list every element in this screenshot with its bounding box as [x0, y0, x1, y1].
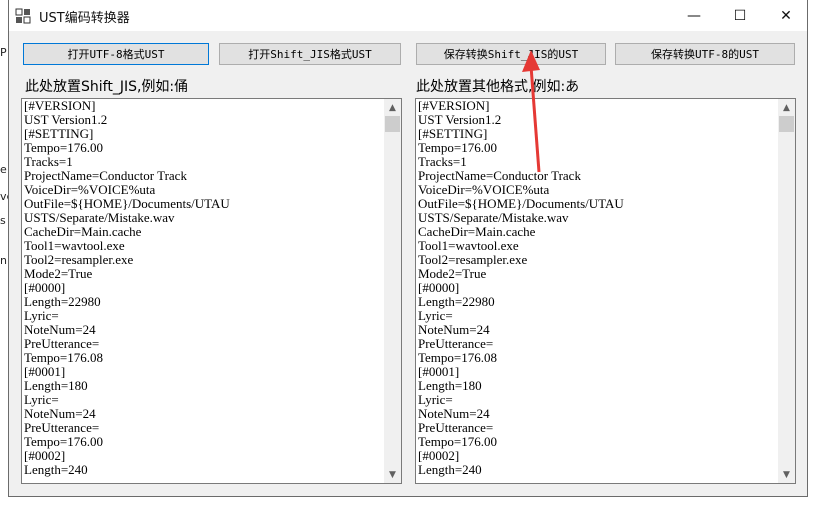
app-icon [15, 8, 31, 24]
other-format-text-content: [#VERSION] UST Version1.2 [#SETTING] Tem… [418, 98, 624, 477]
save-sjis-button[interactable]: 保存转换Shift_JIS的UST [416, 43, 606, 65]
close-button[interactable]: ✕ [763, 0, 809, 31]
scroll-down-icon[interactable]: ▼ [384, 466, 401, 483]
background-char: P [0, 46, 7, 59]
left-scrollbar[interactable]: ▲ ▼ [384, 99, 401, 483]
maximize-icon: ☐ [733, 7, 747, 24]
background-char: n [0, 254, 7, 267]
sjis-text-content: [#VERSION] UST Version1.2 [#SETTING] Tem… [24, 98, 230, 477]
right-scroll-thumb[interactable] [779, 116, 794, 132]
sjis-textarea[interactable]: [#VERSION] UST Version1.2 [#SETTING] Tem… [21, 98, 402, 484]
window-title: UST编码转换器 [39, 11, 130, 26]
background-window-edge: P e ve s n [0, 0, 13, 505]
minimize-icon: — [687, 7, 701, 24]
open-sjis-button[interactable]: 打开Shift_JIS格式UST [219, 43, 401, 65]
left-scroll-thumb[interactable] [385, 116, 400, 132]
scroll-up-icon[interactable]: ▲ [778, 99, 795, 116]
title-bar[interactable]: UST编码转换器 — ☐ ✕ [9, 0, 807, 31]
save-utf8-button[interactable]: 保存转换UTF-8的UST [615, 43, 795, 65]
minimize-button[interactable]: — [671, 0, 717, 31]
close-icon: ✕ [780, 7, 792, 24]
scroll-down-icon[interactable]: ▼ [778, 466, 795, 483]
right-scrollbar[interactable]: ▲ ▼ [778, 99, 795, 483]
background-char: s [0, 214, 6, 227]
app-window: UST编码转换器 — ☐ ✕ 打开UTF-8格式UST 打开Shift_JIS格… [8, 0, 808, 497]
right-panel-label: 此处放置其他格式,例如:あ [416, 79, 580, 95]
scroll-up-icon[interactable]: ▲ [384, 99, 401, 116]
background-char: e [0, 163, 7, 176]
open-utf8-button[interactable]: 打开UTF-8格式UST [23, 43, 209, 65]
maximize-button[interactable]: ☐ [717, 0, 763, 31]
left-panel-label: 此处放置Shift_JIS,例如:俑 [25, 79, 189, 95]
other-format-textarea[interactable]: [#VERSION] UST Version1.2 [#SETTING] Tem… [415, 98, 796, 484]
